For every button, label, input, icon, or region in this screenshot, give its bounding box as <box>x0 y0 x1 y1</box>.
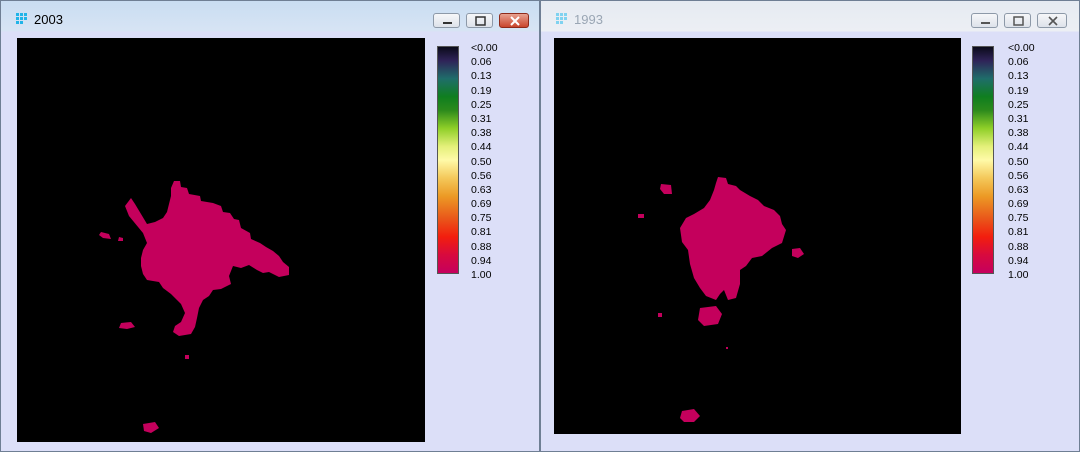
urban-area <box>660 184 672 194</box>
color-legend-bar <box>437 46 459 274</box>
legend-label: 0.50 <box>471 155 492 168</box>
legend-label: 0.81 <box>1008 226 1029 239</box>
urban-area <box>143 422 159 433</box>
urban-area <box>119 322 135 329</box>
legend-label: 0.38 <box>471 127 492 140</box>
legend-label: 0.81 <box>471 226 492 239</box>
urban-area <box>680 177 786 300</box>
legend-label: 0.94 <box>1008 254 1029 267</box>
legend-label: 0.38 <box>1008 127 1029 140</box>
urban-area <box>99 232 111 239</box>
legend-label: 0.88 <box>1008 240 1029 253</box>
legend-label: 0.75 <box>1008 212 1029 225</box>
urban-area <box>638 214 644 218</box>
window-title: 2003 <box>34 12 63 27</box>
legend-label: 0.69 <box>471 198 492 211</box>
minimize-icon <box>443 22 452 24</box>
legend-label: 0.06 <box>471 56 492 69</box>
legend-label: 0.88 <box>471 240 492 253</box>
legend-labels: <0.00 0.06 0.13 0.19 0.25 0.31 0.38 0.44… <box>471 41 498 282</box>
close-button[interactable] <box>499 13 529 28</box>
urban-area <box>185 355 189 359</box>
urban-area <box>658 313 662 317</box>
urban-extent-map <box>638 177 804 422</box>
legend-label: 0.25 <box>1008 98 1029 111</box>
maximize-button[interactable] <box>466 13 493 28</box>
grid-app-icon <box>16 13 27 24</box>
legend-label: <0.00 <box>1008 42 1035 54</box>
map-canvas <box>554 38 961 434</box>
title-bar[interactable]: 2003 <box>1 1 539 35</box>
close-button[interactable] <box>1037 13 1067 28</box>
urban-area <box>118 237 123 241</box>
close-icon <box>510 16 520 26</box>
window-1993[interactable]: 1993 <0.00 0.06 0.13 0.19 0.25 0.31 0.38… <box>540 0 1080 452</box>
legend-label: 0.25 <box>471 98 492 111</box>
urban-area <box>698 306 722 326</box>
legend-label: 1.00 <box>471 269 492 281</box>
legend-label: 0.13 <box>471 70 492 83</box>
legend-label: 0.69 <box>1008 198 1029 211</box>
window-title: 1993 <box>574 12 603 27</box>
urban-area <box>792 248 804 258</box>
map-canvas <box>17 38 425 442</box>
minimize-button[interactable] <box>433 13 460 28</box>
minimize-button[interactable] <box>971 13 998 28</box>
urban-area <box>726 347 728 349</box>
legend-label: 0.50 <box>1008 155 1029 168</box>
legend-label: 0.94 <box>471 254 492 267</box>
legend-label: 0.56 <box>1008 169 1029 182</box>
legend-label: 0.13 <box>1008 70 1029 83</box>
close-icon <box>1048 16 1058 26</box>
legend-label: 0.56 <box>471 169 492 182</box>
legend-label: 0.44 <box>1008 141 1029 154</box>
urban-area <box>125 181 289 336</box>
legend-label: 0.06 <box>1008 56 1029 69</box>
minimize-icon <box>981 22 990 24</box>
urban-area <box>680 409 700 422</box>
legend-label: <0.00 <box>471 42 498 54</box>
maximize-button[interactable] <box>1004 13 1031 28</box>
window-2003[interactable]: 2003 <0.00 0.06 0.13 0.19 0.25 0.31 0.38… <box>0 0 540 452</box>
legend-label: 0.31 <box>471 112 492 125</box>
legend-label: 0.44 <box>471 141 492 154</box>
legend-label: 0.63 <box>1008 183 1029 196</box>
legend-label: 1.00 <box>1008 269 1029 281</box>
color-legend-bar <box>972 46 994 274</box>
legend-label: 0.63 <box>471 183 492 196</box>
grid-app-icon <box>556 13 567 24</box>
legend-label: 0.19 <box>471 84 492 97</box>
maximize-icon <box>1013 16 1024 26</box>
legend-label: 0.19 <box>1008 84 1029 97</box>
legend-label: 0.75 <box>471 212 492 225</box>
legend-label: 0.31 <box>1008 112 1029 125</box>
title-bar[interactable]: 1993 <box>541 1 1079 35</box>
urban-extent-map <box>99 181 289 433</box>
maximize-icon <box>475 16 486 26</box>
legend-labels: <0.00 0.06 0.13 0.19 0.25 0.31 0.38 0.44… <box>1008 41 1035 282</box>
